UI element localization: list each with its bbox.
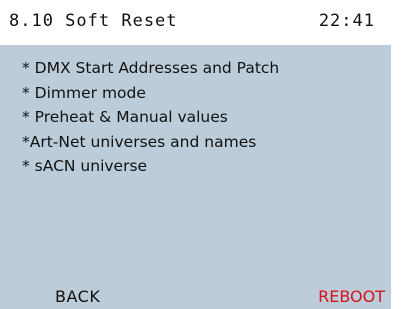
page-title: 8.10 Soft Reset: [9, 11, 178, 31]
list-item: * Dimmer mode: [22, 83, 146, 102]
list-item: * sACN universe: [22, 157, 148, 175]
list-item: *Art-Net universes and names: [22, 132, 257, 151]
clock-time: 22:41: [318, 11, 375, 31]
reset-items-list: * DMX Start Addresses and Patch * Dimmer…: [22, 56, 279, 179]
title-bar: 8.10 Soft Reset 22:41: [0, 0, 391, 45]
list-item: * DMX Start Addresses and Patch: [22, 59, 280, 77]
list-item: * Preheat & Manual values: [22, 108, 228, 126]
device-display: 8.10 Soft Reset 22:41 * DMX Start Addres…: [0, 0, 402, 309]
softkey-bar: BACK REBOOT: [0, 285, 391, 309]
lcd-screen: 8.10 Soft Reset 22:41 * DMX Start Addres…: [0, 0, 391, 309]
back-button[interactable]: BACK: [55, 287, 100, 306]
reboot-button[interactable]: REBOOT: [318, 287, 385, 306]
